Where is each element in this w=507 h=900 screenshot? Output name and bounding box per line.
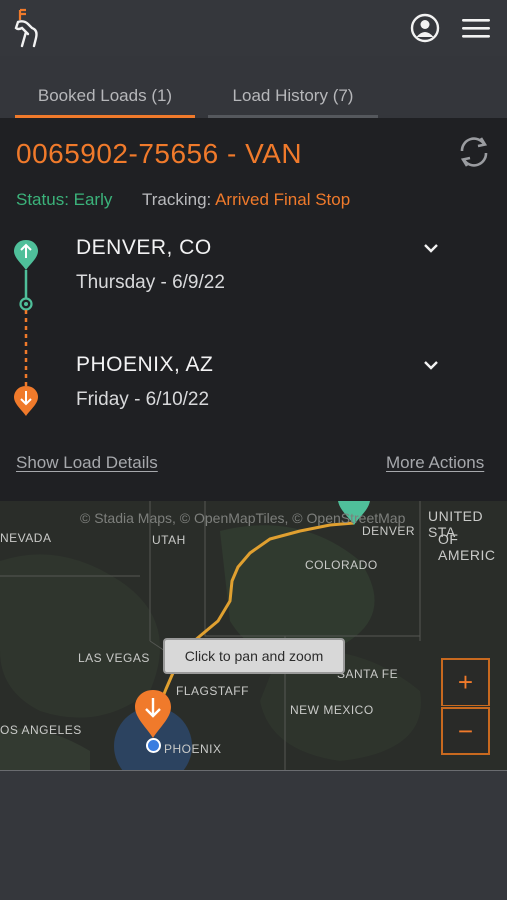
more-actions-link[interactable]: More Actions xyxy=(386,453,484,473)
map-label-colorado: COLORADO xyxy=(305,558,378,572)
chevron-down-icon[interactable] xyxy=(422,359,440,371)
zoom-out-button[interactable]: − xyxy=(441,707,490,755)
tracking-value: Arrived Final Stop xyxy=(215,190,351,209)
chevron-down-icon[interactable] xyxy=(422,242,440,254)
load-title: 0065902-75656 - VAN xyxy=(16,138,303,169)
tracking-label: Tracking: xyxy=(142,190,212,209)
map-label-santa-fe: SANTA FE xyxy=(337,667,399,681)
route-timeline xyxy=(14,240,38,416)
map-label-nevada: NEVADA xyxy=(0,531,52,545)
tab-bar: Booked Loads (1) Load History (7) xyxy=(0,56,507,118)
refresh-icon[interactable] xyxy=(454,132,494,172)
tab-booked-loads[interactable]: Booked Loads (1) xyxy=(15,86,195,118)
stop-date-destination: Friday - 6/10/22 xyxy=(76,389,210,410)
pickup-pin-icon xyxy=(14,240,38,270)
delivery-pin-icon xyxy=(14,386,38,416)
top-bar xyxy=(0,0,507,56)
map-label-of-america: OF AMERIC xyxy=(438,531,496,563)
map-label-new-mexico: NEW MEXICO xyxy=(290,703,374,717)
stop-city-origin: DENVER, CO xyxy=(76,236,212,259)
map-label-las-vegas: LAS VEGAS xyxy=(78,651,150,665)
route-map[interactable]: © Stadia Maps, © OpenMapTiles, © OpenStr… xyxy=(0,501,507,771)
map-attribution: © Stadia Maps, © OpenMapTiles, © OpenStr… xyxy=(80,510,406,526)
hamburger-menu-icon[interactable] xyxy=(462,17,490,39)
current-location-dot xyxy=(146,738,161,753)
map-label-phoenix: PHOENIX xyxy=(164,742,222,756)
map-label-denver: DENVER xyxy=(362,524,416,538)
show-load-details-link[interactable]: Show Load Details xyxy=(16,453,158,473)
tab-load-history[interactable]: Load History (7) xyxy=(208,86,378,118)
destination-pin-icon[interactable] xyxy=(133,688,173,740)
map-tooltip[interactable]: Click to pan and zoom xyxy=(163,638,345,674)
map-label-los-angeles: OS ANGELES xyxy=(0,723,82,737)
deer-logo-icon[interactable] xyxy=(12,8,44,48)
bottom-area xyxy=(0,771,507,900)
zoom-in-button[interactable]: + xyxy=(441,658,490,706)
stop-city-destination: PHOENIX, AZ xyxy=(76,353,214,376)
load-card xyxy=(0,118,507,501)
user-circle-icon[interactable] xyxy=(410,13,440,43)
stop-date-origin: Thursday - 6/9/22 xyxy=(76,272,225,293)
map-label-utah: UTAH xyxy=(152,533,186,547)
map-label-flagstaff: FLAGSTAFF xyxy=(176,684,249,698)
status-label: Status: Early xyxy=(16,190,113,209)
tracking-info: Tracking: Arrived Final Stop xyxy=(142,190,350,210)
